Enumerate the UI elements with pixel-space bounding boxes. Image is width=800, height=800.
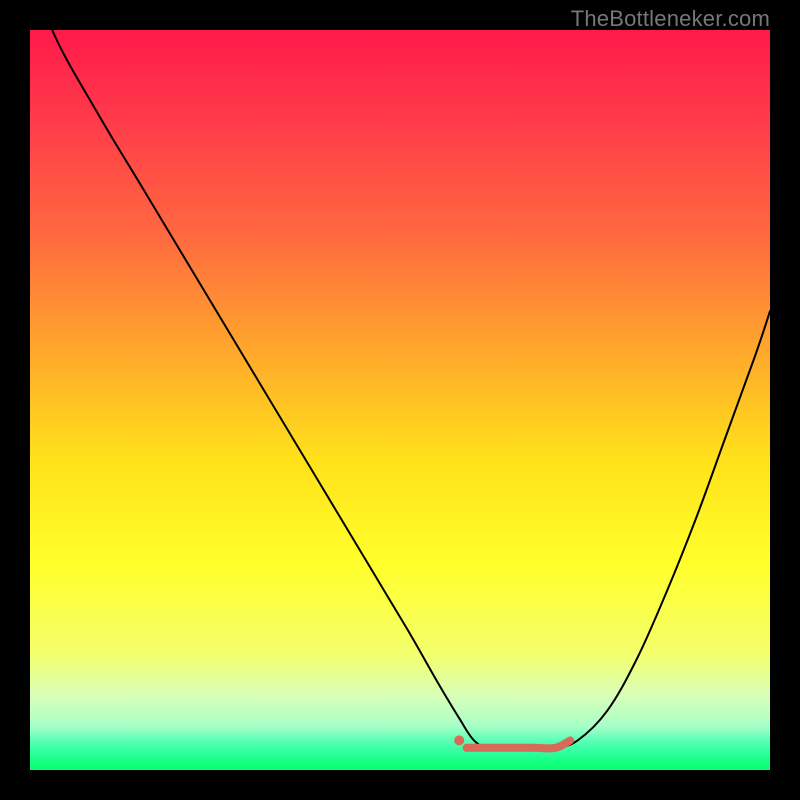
watermark-text: TheBottleneker.com bbox=[571, 6, 770, 32]
chart-container: TheBottleneker.com bbox=[0, 0, 800, 800]
highlight-dot bbox=[454, 735, 464, 745]
curve-layer bbox=[30, 30, 770, 770]
plot-area bbox=[30, 30, 770, 770]
series-bottleneck-curve bbox=[30, 30, 770, 748]
series-highlight-flat bbox=[467, 740, 571, 748]
